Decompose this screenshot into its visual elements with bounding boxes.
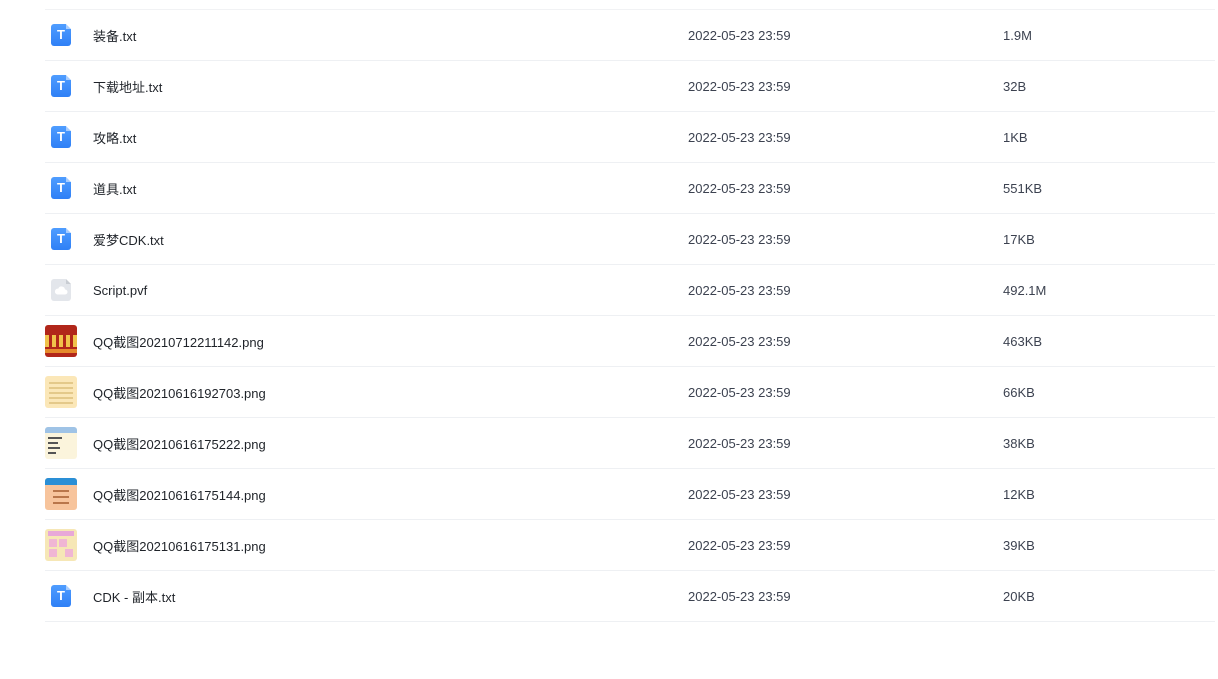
file-row[interactable]: QQ截图20210616175131.png 2022-05-23 23:59 … [45,520,1215,571]
file-date: 2022-05-23 23:59 [688,282,791,298]
file-name[interactable]: 攻略.txt [93,128,136,147]
file-size: 20KB [1003,588,1035,604]
file-size: 492.1M [1003,282,1047,298]
file-date: 2022-05-23 23:59 [688,384,791,400]
file-date: 2022-05-23 23:59 [688,180,791,196]
file-name[interactable]: 下载地址.txt [93,77,162,96]
file-date: 2022-05-23 23:59 [688,27,791,43]
txt-file-icon: T [45,70,77,102]
file-row[interactable]: T 下载地址.txt 2022-05-23 23:59 32B [45,61,1215,112]
file-date: 2022-05-23 23:59 [688,129,791,145]
image-thumbnail[interactable] [45,427,77,459]
txt-file-icon: T [45,121,77,153]
file-name[interactable]: QQ截图20210616175131.png [93,536,266,555]
image-thumbnail[interactable] [45,478,77,510]
file-date: 2022-05-23 23:59 [688,231,791,247]
file-size: 38KB [1003,435,1035,451]
txt-file-icon: T [45,172,77,204]
file-name[interactable]: 道具.txt [93,179,136,198]
txt-file-icon: T [45,223,77,255]
file-name[interactable]: QQ截图20210616175144.png [93,485,266,504]
txt-file-icon: T [45,19,77,51]
file-name[interactable]: 爱梦CDK.txt [93,230,164,249]
file-size: 1.9M [1003,27,1032,43]
file-size: 17KB [1003,231,1035,247]
image-thumbnail[interactable] [45,325,77,357]
file-size: 12KB [1003,486,1035,502]
file-size: 1KB [1003,129,1028,145]
file-name[interactable]: QQ截图20210712211142.png [93,332,264,351]
file-size: 551KB [1003,180,1043,196]
file-row[interactable]: QQ截图20210616192703.png 2022-05-23 23:59 … [45,367,1215,418]
file-date: 2022-05-23 23:59 [688,588,791,604]
file-name[interactable]: Script.pvf [93,283,147,298]
file-size: 32B [1003,78,1027,94]
file-date: 2022-05-23 23:59 [688,78,791,94]
file-name[interactable]: QQ截图20210616175222.png [93,434,266,453]
file-row[interactable]: QQ截图20210712211142.png 2022-05-23 23:59 … [45,316,1215,367]
file-row[interactable]: QQ截图20210616175222.png 2022-05-23 23:59 … [45,418,1215,469]
file-name[interactable]: CDK - 副本.txt [93,587,175,606]
file-date: 2022-05-23 23:59 [688,537,791,553]
file-name[interactable]: 装备.txt [93,26,136,45]
file-row[interactable]: T CDK - 副本.txt 2022-05-23 23:59 20KB [45,571,1215,622]
file-row[interactable]: T 爱梦CDK.txt 2022-05-23 23:59 17KB [45,214,1215,265]
file-size: 463KB [1003,333,1043,349]
file-row[interactable]: QQ截图20210616175144.png 2022-05-23 23:59 … [45,469,1215,520]
file-date: 2022-05-23 23:59 [688,435,791,451]
file-row[interactable]: T 装备.txt 2022-05-23 23:59 1.9M [45,10,1215,61]
file-name[interactable]: QQ截图20210616192703.png [93,383,266,402]
file-date: 2022-05-23 23:59 [688,486,791,502]
cloud-file-icon [45,274,77,306]
image-thumbnail[interactable] [45,376,77,408]
txt-file-icon: T [45,580,77,612]
file-list: T 装备.txt 2022-05-23 23:59 1.9M T 下载地址.tx… [45,9,1215,622]
file-row[interactable]: T 道具.txt 2022-05-23 23:59 551KB [45,163,1215,214]
file-size: 39KB [1003,537,1035,553]
image-thumbnail[interactable] [45,529,77,561]
file-size: 66KB [1003,384,1035,400]
file-row[interactable]: Script.pvf 2022-05-23 23:59 492.1M [45,265,1215,316]
file-row[interactable]: T 攻略.txt 2022-05-23 23:59 1KB [45,112,1215,163]
file-date: 2022-05-23 23:59 [688,333,791,349]
